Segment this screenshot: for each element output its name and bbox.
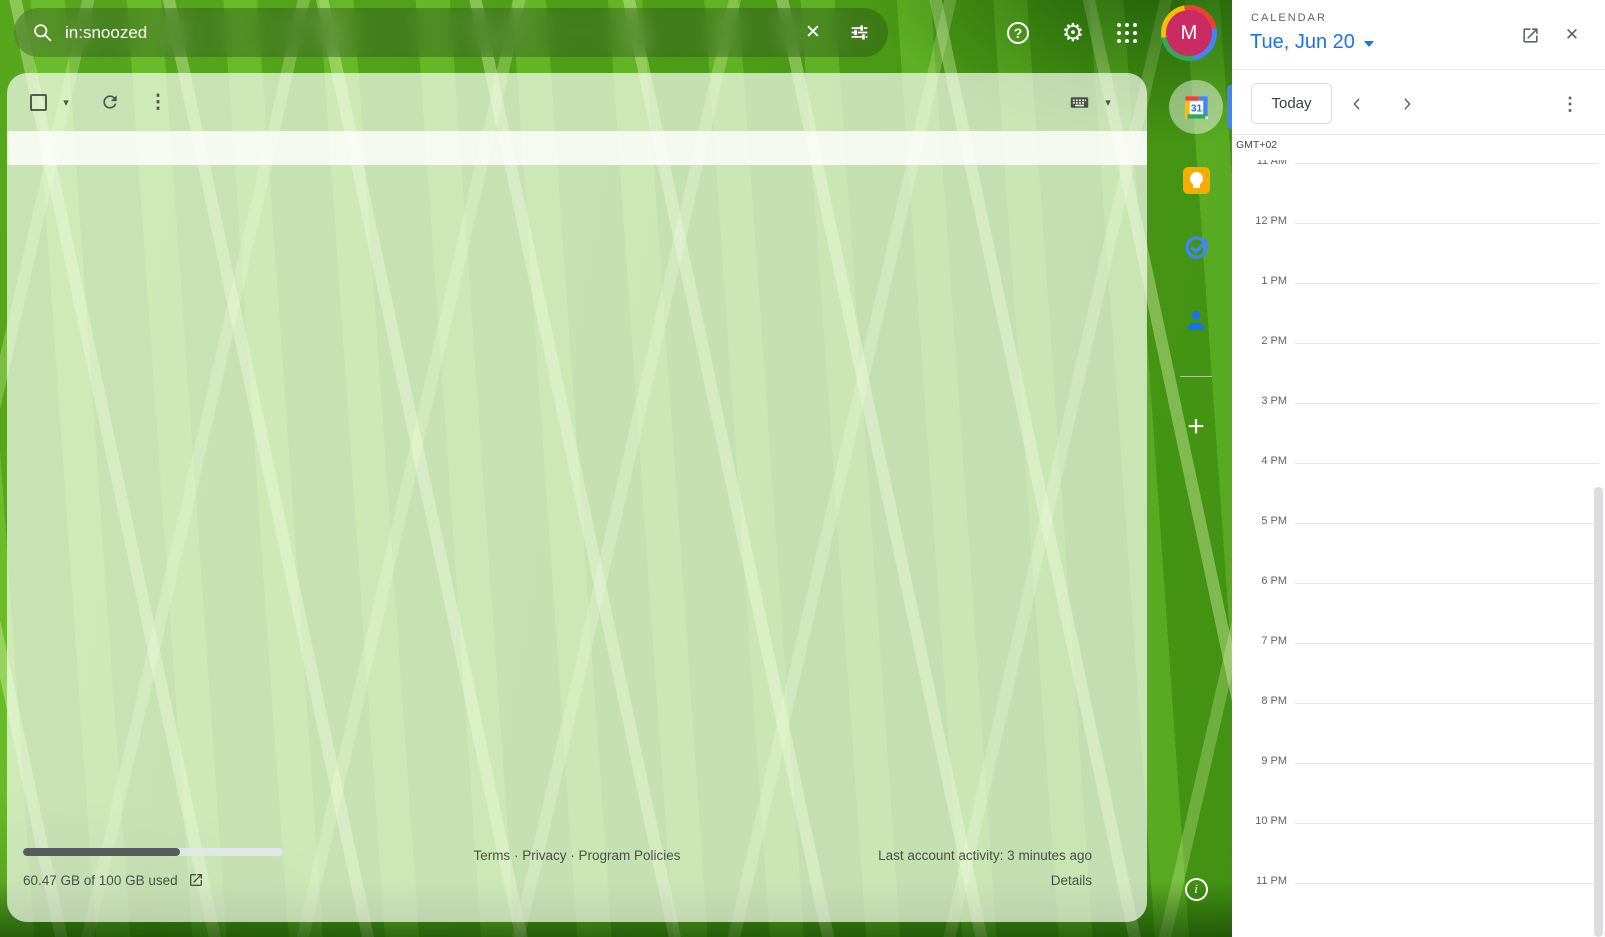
timezone-label: GMT+02 — [1236, 139, 1277, 151]
open-calendar-in-new-tab-button[interactable] — [1513, 18, 1547, 52]
input-tools-keyboard-icon[interactable] — [1064, 87, 1094, 117]
calendar-side-panel: CALENDAR Tue, Jun 20 ✕ Today ⋮ GMT+02 1 — [1232, 0, 1605, 937]
hour-line — [1295, 883, 1599, 884]
side-panel-info-button[interactable]: i — [1180, 873, 1212, 905]
calendar-panel-header: CALENDAR Tue, Jun 20 ✕ — [1232, 0, 1605, 70]
info-icon: i — [1185, 878, 1208, 901]
previous-day-button[interactable] — [1340, 87, 1374, 121]
mail-toolbar: ▾ ⋮ ▾ — [7, 73, 1147, 131]
hour-line — [1295, 523, 1599, 524]
select-dropdown-icon[interactable]: ▾ — [51, 87, 81, 117]
hour-line — [1295, 343, 1599, 344]
calendar-grid[interactable]: 11 AM 12 PM 1 PM 2 PM 3 PM 4 PM 5 PM 6 PM 7 PM 8 … — [1232, 160, 1605, 937]
hour-label: 12 PM — [1232, 215, 1287, 227]
search-icon[interactable] — [32, 22, 53, 43]
calendar-panel-toolbar: Today ⋮ — [1232, 71, 1605, 135]
plus-icon: + — [1187, 410, 1205, 444]
hour-label: 2 PM — [1232, 335, 1287, 347]
input-tools-dropdown-icon[interactable]: ▾ — [1093, 87, 1123, 117]
next-day-button[interactable] — [1390, 87, 1424, 121]
avatar-letter: M — [1166, 10, 1212, 56]
hour-label: 7 PM — [1232, 635, 1287, 647]
search-bar: ✕ — [14, 8, 888, 57]
hour-label: 11 PM — [1232, 875, 1287, 887]
account-avatar[interactable]: M — [1161, 5, 1217, 61]
hour-line — [1295, 823, 1599, 824]
hour-label: 10 PM — [1232, 815, 1287, 827]
settings-button[interactable]: ⚙ — [1051, 11, 1095, 55]
separator: · — [570, 848, 575, 863]
hour-line — [1295, 403, 1599, 404]
hour-line — [1295, 223, 1599, 224]
sidepanel-contacts-button[interactable] — [1180, 304, 1212, 336]
details-link[interactable]: Details — [1051, 873, 1092, 888]
chevron-left-icon — [1349, 96, 1365, 112]
clear-search-icon[interactable]: ✕ — [794, 14, 832, 52]
search-input[interactable] — [65, 23, 794, 43]
hour-label: 1 PM — [1232, 275, 1287, 287]
terms-link[interactable]: Terms — [473, 848, 510, 863]
hour-line — [1295, 643, 1599, 644]
google-apps-button[interactable] — [1105, 11, 1149, 55]
program-policies-link[interactable]: Program Policies — [579, 848, 681, 863]
google-keep-icon — [1183, 167, 1210, 194]
storage-used-label: 60.47 GB of 100 GB used — [23, 873, 178, 888]
date-label: Tue, Jun 20 — [1250, 31, 1355, 54]
open-in-new-icon — [1521, 26, 1540, 45]
hour-line — [1295, 163, 1599, 164]
hour-label: 6 PM — [1232, 575, 1287, 587]
last-account-activity: Last account activity: 3 minutes ago — [878, 848, 1092, 863]
separator: · — [514, 848, 519, 863]
close-icon: ✕ — [1565, 25, 1579, 45]
refresh-icon[interactable] — [95, 87, 125, 117]
help-button[interactable]: ? — [996, 11, 1040, 55]
hour-label: 5 PM — [1232, 515, 1287, 527]
hour-line — [1295, 463, 1599, 464]
google-calendar-icon: 31 — [1183, 94, 1210, 121]
hour-label: 11 AM — [1232, 160, 1287, 167]
empty-message-row — [7, 131, 1147, 165]
svg-text:31: 31 — [1190, 103, 1202, 114]
hour-line — [1295, 703, 1599, 704]
sidepanel-keep-button[interactable] — [1180, 164, 1212, 196]
mail-list-panel: ▾ ⋮ ▾ 60.47 GB of 100 GB used Terms · Pr… — [7, 73, 1147, 922]
date-selector[interactable]: Tue, Jun 20 — [1250, 31, 1374, 54]
manage-storage-open-in-new-icon[interactable] — [188, 872, 204, 888]
panel-options-kebab-icon[interactable]: ⋮ — [1553, 87, 1587, 121]
panel-scrollbar-thumb[interactable] — [1594, 487, 1603, 937]
gear-icon: ⚙ — [1062, 21, 1084, 46]
apps-grid-icon — [1117, 23, 1137, 43]
mail-footer: 60.47 GB of 100 GB used Terms · Privacy … — [7, 802, 1147, 922]
google-tasks-icon — [1183, 234, 1210, 261]
get-addons-button[interactable]: + — [1180, 411, 1212, 443]
hour-label: 3 PM — [1232, 395, 1287, 407]
select-all-checkbox[interactable] — [23, 87, 53, 117]
privacy-link[interactable]: Privacy — [522, 848, 566, 863]
google-contacts-icon — [1183, 307, 1209, 333]
hour-label: 8 PM — [1232, 695, 1287, 707]
panel-title: CALENDAR — [1251, 12, 1327, 24]
today-button[interactable]: Today — [1251, 83, 1332, 124]
help-icon: ? — [1007, 22, 1029, 44]
hour-line — [1295, 763, 1599, 764]
sidepanel-tasks-button[interactable] — [1180, 231, 1212, 263]
search-filters-icon[interactable] — [840, 14, 878, 52]
hour-line — [1295, 583, 1599, 584]
sidepanel-calendar-button[interactable]: 31 — [1180, 91, 1212, 123]
hour-label: 4 PM — [1232, 455, 1287, 467]
chevron-right-icon — [1399, 96, 1415, 112]
strip-divider — [1180, 376, 1212, 377]
hour-label: 9 PM — [1232, 755, 1287, 767]
more-options-icon[interactable]: ⋮ — [143, 87, 173, 117]
chevron-down-icon — [1364, 41, 1374, 47]
close-panel-button[interactable]: ✕ — [1555, 18, 1589, 52]
hour-line — [1295, 283, 1599, 284]
